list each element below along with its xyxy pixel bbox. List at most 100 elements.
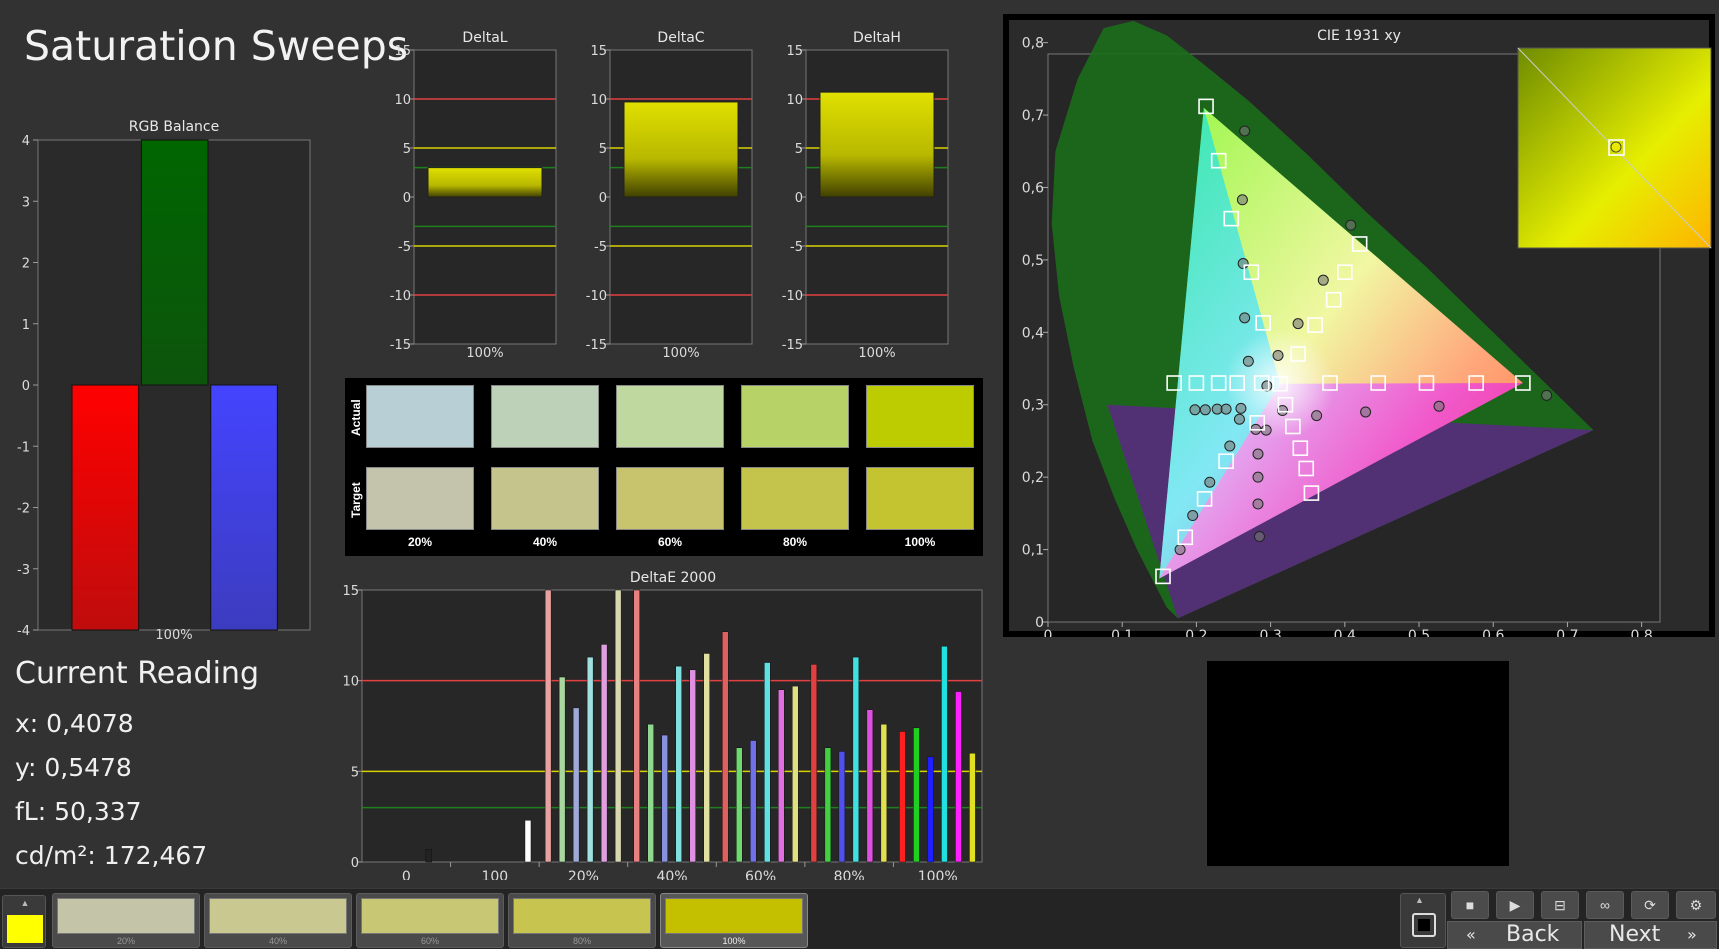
cie-measured-point	[1433, 400, 1445, 412]
actual-swatch	[616, 385, 724, 448]
thumb-100pct[interactable]: 100%	[660, 893, 808, 948]
actual-label: Actual	[349, 399, 363, 436]
target-label: Target	[349, 482, 363, 518]
deltae-bar	[614, 589, 622, 863]
deltae-chart: 15 10 5 0 0 100 20% 40% 60% 80% 100%	[342, 584, 983, 880]
deltah-title: DeltaH	[853, 30, 901, 46]
cie-panel: 0 0,1 0,2 0,3 0,4 0,5 0,6 0,7 0,8 0 0,1 0,2 0,3 0,4 0,…	[1003, 14, 1715, 637]
delta-bar	[819, 91, 935, 198]
cie-ytick-label: 0,2	[1022, 470, 1044, 486]
deltae-xtick-label: 100%	[918, 869, 958, 880]
cie-measured-point	[1541, 389, 1553, 401]
deltae-bar	[586, 656, 594, 863]
cie-measured-point	[1242, 355, 1254, 367]
delta-ytick-label: -10	[782, 289, 803, 304]
step-icon[interactable]: ⊟	[1541, 891, 1579, 919]
bottom-bar: ▲ 20% 40% 60% 80% 100% ▲ ■ ▶ ⊟ ∞ ⟳ ⚙ « Back …	[0, 888, 1719, 949]
cie-ytick-label: 0	[1035, 615, 1044, 631]
settings-icon[interactable]: ⚙	[1676, 891, 1716, 919]
delta-ytick-label: 5	[599, 142, 607, 157]
rgb-ytick-label: 0	[22, 379, 30, 394]
swatch-label: 80%	[782, 535, 808, 549]
cie-xtick-label: 0	[1044, 628, 1053, 637]
back-label: Back	[1506, 922, 1560, 947]
thumb-swatch	[361, 898, 499, 934]
deltae-ytick-label: 0	[351, 856, 359, 871]
stop-box[interactable]: ▲	[1400, 893, 1446, 948]
cie-measured-point	[1311, 410, 1323, 422]
actual-swatch	[491, 385, 599, 448]
thumb-label: 80%	[572, 936, 591, 946]
deltae-bar	[880, 723, 888, 863]
rgb-balance-chart: 4 3 2 1 0 -1 -2 -3 -4	[17, 134, 311, 639]
deltae-bar	[969, 752, 976, 863]
delta-ytick-label: -15	[390, 338, 411, 353]
cie-ytick-label: 0,6	[1022, 180, 1044, 196]
rgb-ytick-label: 1	[22, 318, 30, 333]
rgb-ytick-label: -2	[17, 502, 30, 517]
cie-measured-point	[1239, 312, 1251, 324]
current-color-swatch[interactable]: ▲	[2, 895, 46, 948]
deltae-bar	[927, 756, 934, 863]
deltae-bar	[675, 665, 682, 863]
delta-ytick-label: 5	[795, 142, 803, 157]
collapse-icon[interactable]: ▲	[17, 898, 33, 908]
thumb-label: 60%	[420, 936, 439, 946]
actual-swatch	[366, 385, 474, 448]
deltae-bar	[866, 709, 874, 863]
delta-charts: 15 10 5 0 -5 -10 -15 15 10 5 0 -5 -10 -15 15 10 5 0 -5 -10 -…	[390, 44, 949, 353]
target-swatch	[616, 467, 724, 530]
cie-ytick-label: 0,3	[1022, 398, 1044, 414]
loop-icon[interactable]: ∞	[1586, 891, 1624, 919]
expand-icon[interactable]: ▲	[1415, 895, 1424, 905]
deltae-bar	[810, 664, 818, 863]
play-icon[interactable]: ▶	[1496, 891, 1534, 919]
cie-ytick-label: 0,1	[1022, 543, 1044, 559]
cie-measured-point	[1174, 544, 1186, 556]
deltae-xtick-label: 20%	[568, 869, 599, 880]
delta-ytick-label: -10	[586, 289, 607, 304]
stop-icon[interactable]: ■	[1451, 891, 1489, 919]
refresh-icon[interactable]: ⟳	[1631, 891, 1669, 919]
back-button[interactable]: « Back	[1447, 921, 1582, 949]
next-button[interactable]: Next »	[1584, 921, 1717, 949]
cie-measured-point	[1199, 404, 1211, 416]
deltae-bar	[736, 747, 743, 863]
cie-measured-point	[1252, 471, 1264, 483]
deltae-bar	[913, 727, 920, 863]
cie-ytick-label: 0,7	[1022, 108, 1044, 124]
deltac-title: DeltaC	[657, 30, 705, 46]
delta-ytick-label: -15	[586, 338, 607, 353]
thumb-label: 40%	[268, 936, 287, 946]
thumb-80pct[interactable]: 80%	[508, 893, 656, 948]
deltae-bar	[899, 731, 906, 863]
deltae-bar	[941, 645, 948, 863]
cie-measured-point	[1252, 448, 1264, 460]
deltae-xtick-label: 40%	[656, 869, 687, 880]
thumb-label: 100%	[722, 936, 746, 946]
cie-xtick-label: 0,3	[1259, 628, 1281, 637]
delta-ytick-label: 15	[394, 44, 411, 59]
delta-bar	[427, 167, 543, 198]
deltae-plot-area	[361, 589, 983, 863]
deltae-bar	[633, 589, 640, 863]
rgb-bar-red	[71, 384, 140, 631]
thumb-swatch	[665, 898, 803, 934]
cie-measured-point	[1235, 402, 1247, 414]
thumb-40pct[interactable]: 40%	[204, 893, 352, 948]
swatch-label: 40%	[532, 535, 558, 549]
rgb-ytick-label: 4	[22, 134, 30, 149]
cie-measured-point	[1360, 406, 1372, 418]
thumb-60pct[interactable]: 60%	[356, 893, 504, 948]
stop-frame-icon	[1412, 913, 1436, 937]
delta-ytick-label: 10	[394, 93, 411, 108]
deltah-xlabel: 100%	[858, 346, 896, 361]
cie-measured-point	[1292, 318, 1304, 330]
rgb-ytick-label: -3	[17, 563, 30, 578]
target-swatch	[366, 467, 474, 530]
actual-swatch	[866, 385, 974, 448]
deltae-bar	[524, 820, 532, 863]
cie-measured-point	[1253, 531, 1265, 543]
thumb-20pct[interactable]: 20%	[52, 893, 200, 948]
rgb-bar-blue	[210, 384, 278, 631]
